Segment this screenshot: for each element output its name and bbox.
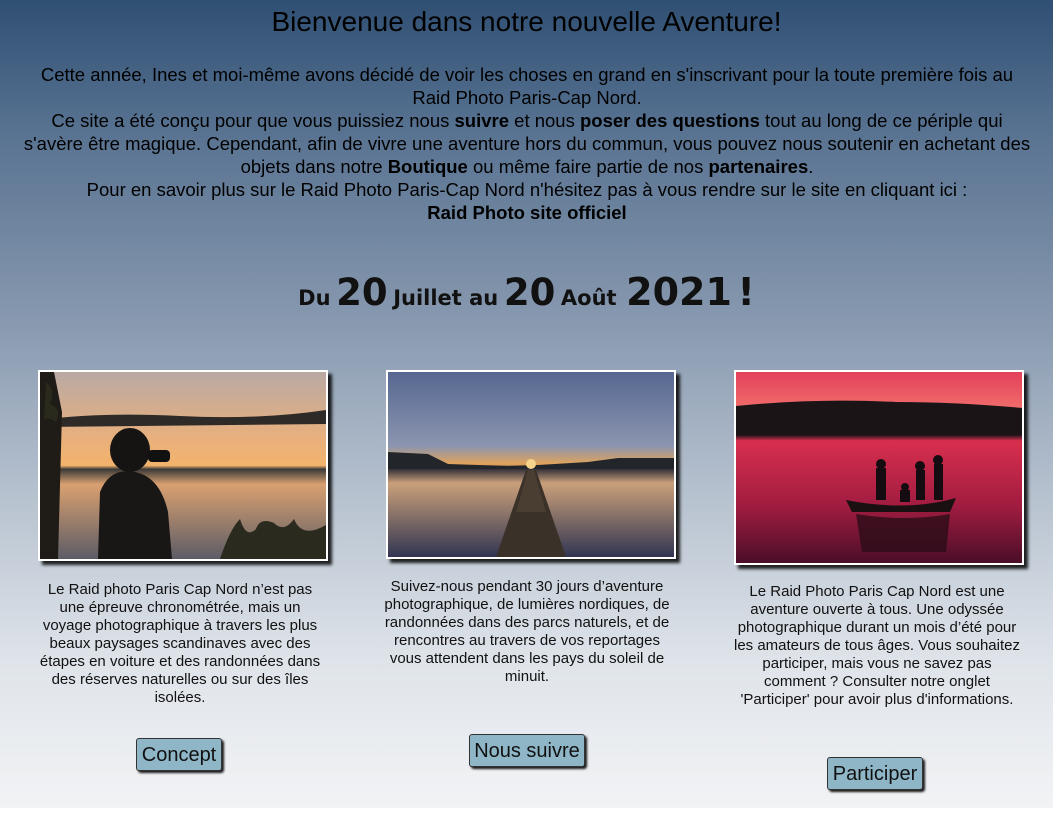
participate-button[interactable]: Participer (827, 757, 923, 790)
follow-description: Suivez-nous pendant 30 jours d’aventure … (384, 578, 670, 685)
photographer-sunset-photo (38, 370, 328, 561)
follow-keyword: suivre (454, 110, 510, 131)
intro-paragraph-2: Ce site a été conçu pour que vous puissi… (23, 110, 1031, 177)
ask-questions-keyword: poser des questions (579, 110, 760, 131)
intro-text: Cette année, Ines et moi-même avons déci… (22, 63, 1032, 224)
page-title: Bienvenue dans notre nouvelle Aventure! (271, 6, 782, 37)
intro-line-1: Cette année, Ines et moi-même avons déci… (40, 64, 1014, 108)
hero-section: Bienvenue dans notre nouvelle Aventure! … (0, 0, 1053, 808)
official-site-link[interactable]: Raid Photo site officiel (22, 201, 1032, 224)
event-dates: Du 20 Juillet au 20 Août 2021 ! (298, 270, 755, 314)
concept-description: Le Raid photo Paris Cap Nord n’est pas u… (39, 581, 321, 706)
boat-red-sunset-photo (734, 370, 1024, 565)
concept-button[interactable]: Concept (136, 738, 222, 771)
pier-sunset-photo (386, 370, 676, 559)
partners-keyword: partenaires (708, 156, 809, 177)
participate-description: Le Raid Photo Paris Cap Nord est une ave… (733, 583, 1020, 708)
follow-button[interactable]: Nous suivre (469, 734, 585, 767)
intro-line-3: Pour en savoir plus sur le Raid Photo Pa… (86, 179, 968, 200)
shop-keyword: Boutique (387, 156, 468, 177)
